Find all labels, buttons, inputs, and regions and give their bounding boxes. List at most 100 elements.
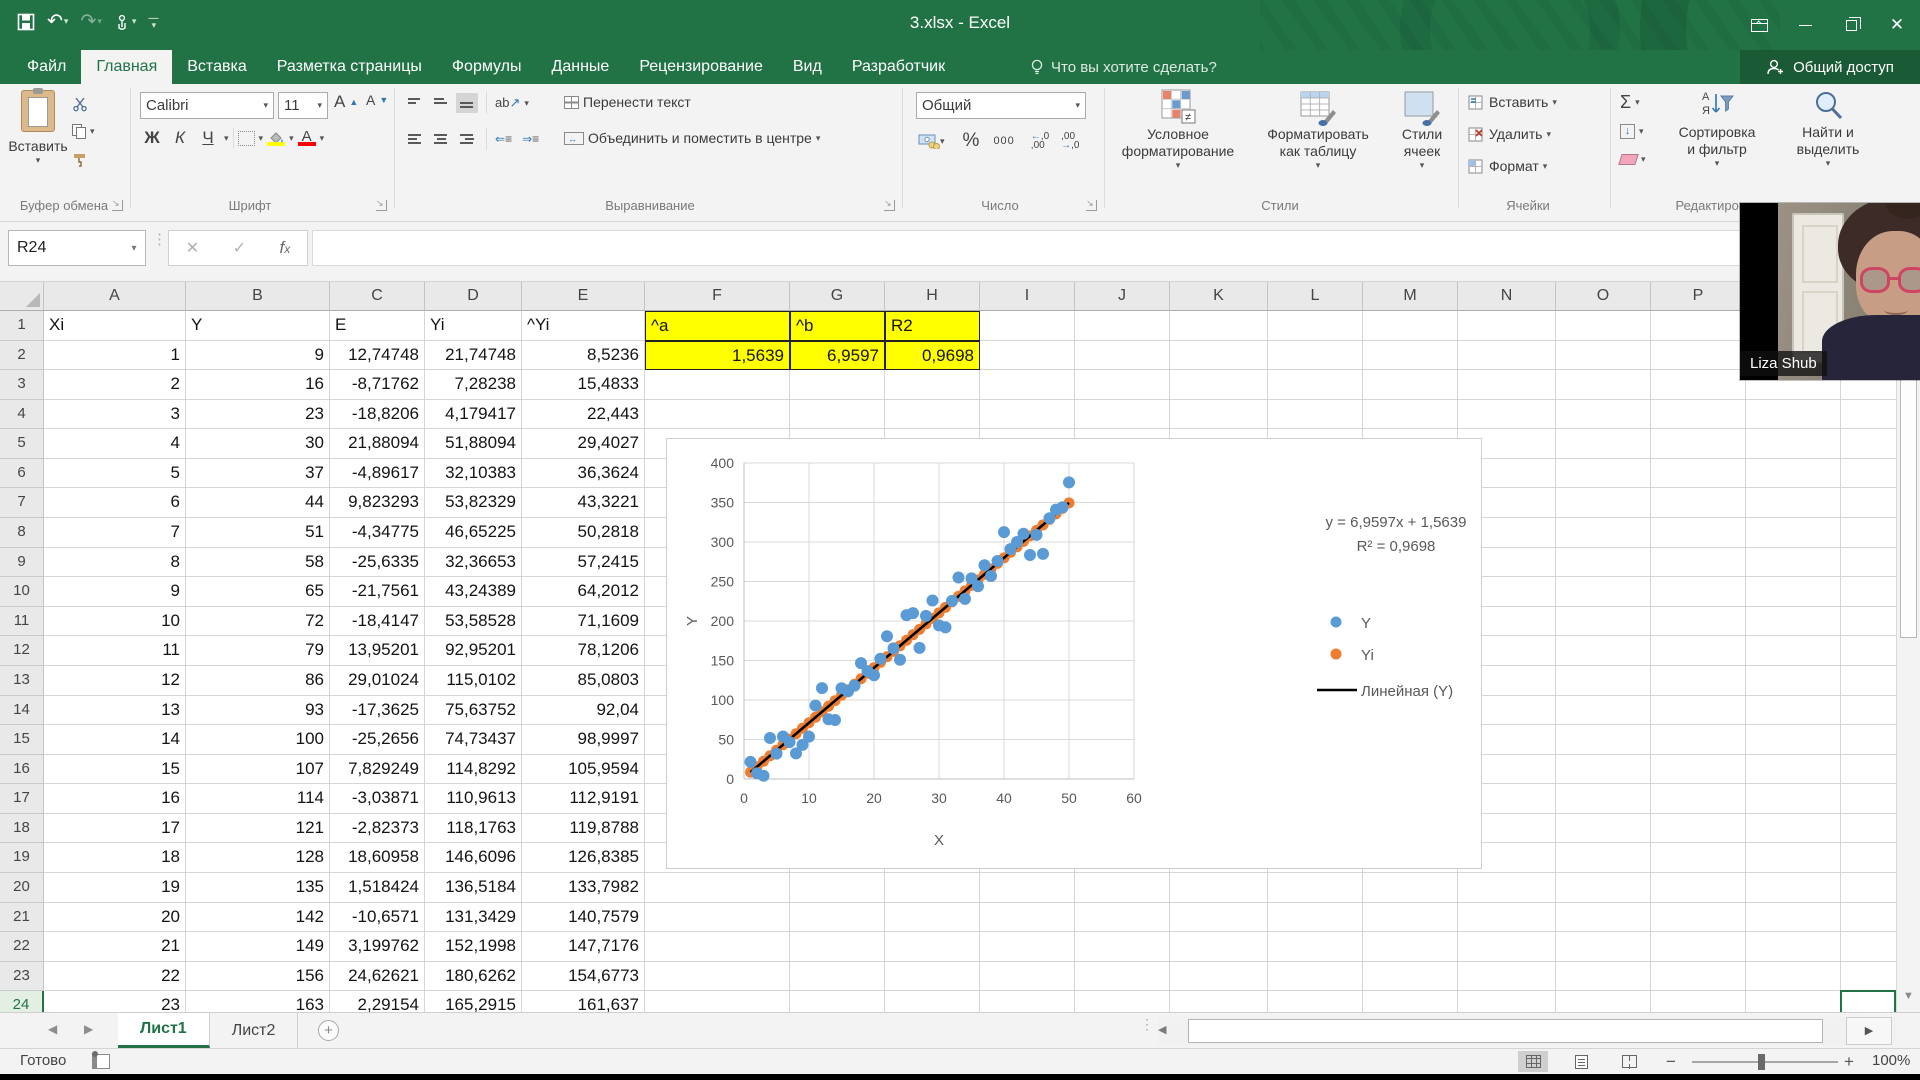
- cell-A22[interactable]: 21: [44, 932, 186, 962]
- wrap-text-button[interactable]: Перенести текст: [564, 94, 691, 110]
- cell-G4[interactable]: [790, 399, 885, 430]
- comma-style-button[interactable]: 000: [993, 135, 1014, 147]
- cell-L20[interactable]: [1268, 872, 1363, 903]
- cell-P15[interactable]: [1651, 725, 1746, 755]
- horizontal-scrollbar[interactable]: ◀ ▶: [1158, 1017, 1896, 1045]
- ribbon-tab-3[interactable]: Разметка страницы: [262, 50, 437, 84]
- vertical-scroll-thumb[interactable]: [1900, 338, 1917, 638]
- cell-D9[interactable]: 32,36653: [425, 547, 522, 578]
- increase-decimal-button[interactable]: ←,0,00: [1031, 132, 1049, 151]
- cell-G2[interactable]: 6,9597: [790, 340, 885, 371]
- cell-J3[interactable]: [1075, 370, 1170, 400]
- ribbon-tab-7[interactable]: Вид: [778, 50, 837, 84]
- cell-J24[interactable]: [1075, 991, 1170, 1012]
- cell-A11[interactable]: 10: [44, 606, 186, 637]
- bold-button[interactable]: Ж: [140, 128, 164, 148]
- font-dialog-launcher-icon[interactable]: ↘: [376, 199, 387, 211]
- cell-E9[interactable]: 57,2415: [522, 547, 645, 578]
- row-header-15[interactable]: 15: [0, 725, 44, 755]
- cell-J22[interactable]: [1075, 932, 1170, 962]
- cell-A20[interactable]: 19: [44, 872, 186, 903]
- cell-B19[interactable]: 128: [186, 843, 330, 873]
- page-break-view-button[interactable]: [1614, 1051, 1644, 1072]
- cell-P12[interactable]: [1651, 636, 1746, 666]
- sheet-tab-0[interactable]: Лист1: [118, 1013, 210, 1048]
- cell-D16[interactable]: 114,8292: [425, 754, 522, 785]
- cell-Q22[interactable]: [1746, 932, 1841, 962]
- row-header-21[interactable]: 21: [0, 902, 44, 933]
- cell-O18[interactable]: [1556, 813, 1651, 844]
- row-header-19[interactable]: 19: [0, 843, 44, 873]
- cell-H24[interactable]: [885, 991, 980, 1012]
- cell-H3[interactable]: [885, 370, 980, 400]
- cell-D13[interactable]: 115,0102: [425, 665, 522, 696]
- column-header-C[interactable]: C: [330, 282, 425, 311]
- cell-M24[interactable]: [1363, 991, 1458, 1012]
- cell-C16[interactable]: 7,829249: [330, 754, 425, 785]
- cell-C6[interactable]: -4,89617: [330, 458, 425, 489]
- cell-F22[interactable]: [645, 932, 790, 962]
- column-header-H[interactable]: H: [885, 282, 980, 311]
- cell-K1[interactable]: [1170, 311, 1268, 341]
- cell-P23[interactable]: [1651, 961, 1746, 992]
- sort-filter-button[interactable]: АЯ Сортировка и фильтр ▾: [1662, 88, 1772, 192]
- merge-center-button[interactable]: ↔ Объединить и поместить в центре ▾: [564, 130, 820, 146]
- cell-A21[interactable]: 20: [44, 902, 186, 933]
- cell-Q11[interactable]: [1746, 606, 1841, 637]
- cell-B2[interactable]: 9: [186, 340, 330, 371]
- cell-A5[interactable]: 4: [44, 429, 186, 459]
- share-button[interactable]: Общий доступ: [1740, 50, 1920, 84]
- name-box-caret-icon[interactable]: ▾: [123, 243, 145, 254]
- cell-J21[interactable]: [1075, 902, 1170, 933]
- cell-P17[interactable]: [1651, 784, 1746, 814]
- cell-P3[interactable]: [1651, 370, 1746, 400]
- cell-N2[interactable]: [1458, 340, 1556, 371]
- cell-E16[interactable]: 105,9594: [522, 754, 645, 785]
- select-all-corner[interactable]: [0, 282, 44, 311]
- cell-A6[interactable]: 5: [44, 458, 186, 489]
- align-left-icon[interactable]: [404, 129, 426, 149]
- cell-O12[interactable]: [1556, 636, 1651, 666]
- cell-C22[interactable]: 3,199762: [330, 932, 425, 962]
- column-header-O[interactable]: O: [1556, 282, 1651, 311]
- cell-styles-button[interactable]: Стили ячеек ▾: [1392, 88, 1452, 192]
- sheet-nav-prev-icon[interactable]: ◀: [48, 1022, 57, 1036]
- column-header-I[interactable]: I: [980, 282, 1075, 311]
- row-header-22[interactable]: 22: [0, 932, 44, 962]
- cell-P10[interactable]: [1651, 577, 1746, 607]
- cell-D20[interactable]: 136,5184: [425, 872, 522, 903]
- cell-E24[interactable]: 161,637: [522, 991, 645, 1012]
- cell-Q7[interactable]: [1746, 488, 1841, 519]
- cell-C10[interactable]: -21,7561: [330, 577, 425, 607]
- horizontal-scroll-thumb[interactable]: [1188, 1019, 1823, 1043]
- cell-K22[interactable]: [1170, 932, 1268, 962]
- cell-B11[interactable]: 72: [186, 606, 330, 637]
- grow-font-button[interactable]: A ▲: [334, 92, 358, 112]
- cell-Q5[interactable]: [1746, 429, 1841, 459]
- decrease-indent-icon[interactable]: ⇐≡: [495, 132, 512, 146]
- ribbon-tab-6[interactable]: Рецензирование: [624, 50, 778, 84]
- conditional-formatting-button[interactable]: ≠ Условное форматирование ▾: [1112, 88, 1244, 192]
- row-header-6[interactable]: 6: [0, 458, 44, 489]
- cell-A19[interactable]: 18: [44, 843, 186, 873]
- cell-O22[interactable]: [1556, 932, 1651, 962]
- cell-E17[interactable]: 112,9191: [522, 784, 645, 814]
- font-size-combo[interactable]: 11 ▾: [278, 92, 328, 119]
- cell-F20[interactable]: [645, 872, 790, 903]
- cell-G20[interactable]: [790, 872, 885, 903]
- fill-button[interactable]: ↓ ▾: [1620, 124, 1644, 139]
- cell-L4[interactable]: [1268, 399, 1363, 430]
- increase-indent-icon[interactable]: ⇒≡: [522, 132, 539, 146]
- column-header-M[interactable]: M: [1363, 282, 1458, 311]
- cell-E21[interactable]: 140,7579: [522, 902, 645, 933]
- zoom-out-button[interactable]: −: [1666, 1052, 1676, 1072]
- orientation-caret-icon[interactable]: ▾: [524, 98, 529, 109]
- cell-O17[interactable]: [1556, 784, 1651, 814]
- cell-H1[interactable]: R2: [885, 311, 980, 341]
- cell-E5[interactable]: 29,4027: [522, 429, 645, 459]
- cell-B6[interactable]: 37: [186, 458, 330, 489]
- column-header-D[interactable]: D: [425, 282, 522, 311]
- cell-G1[interactable]: ^b: [790, 311, 885, 341]
- cell-N24[interactable]: [1458, 991, 1556, 1012]
- cell-C4[interactable]: -18,8206: [330, 399, 425, 430]
